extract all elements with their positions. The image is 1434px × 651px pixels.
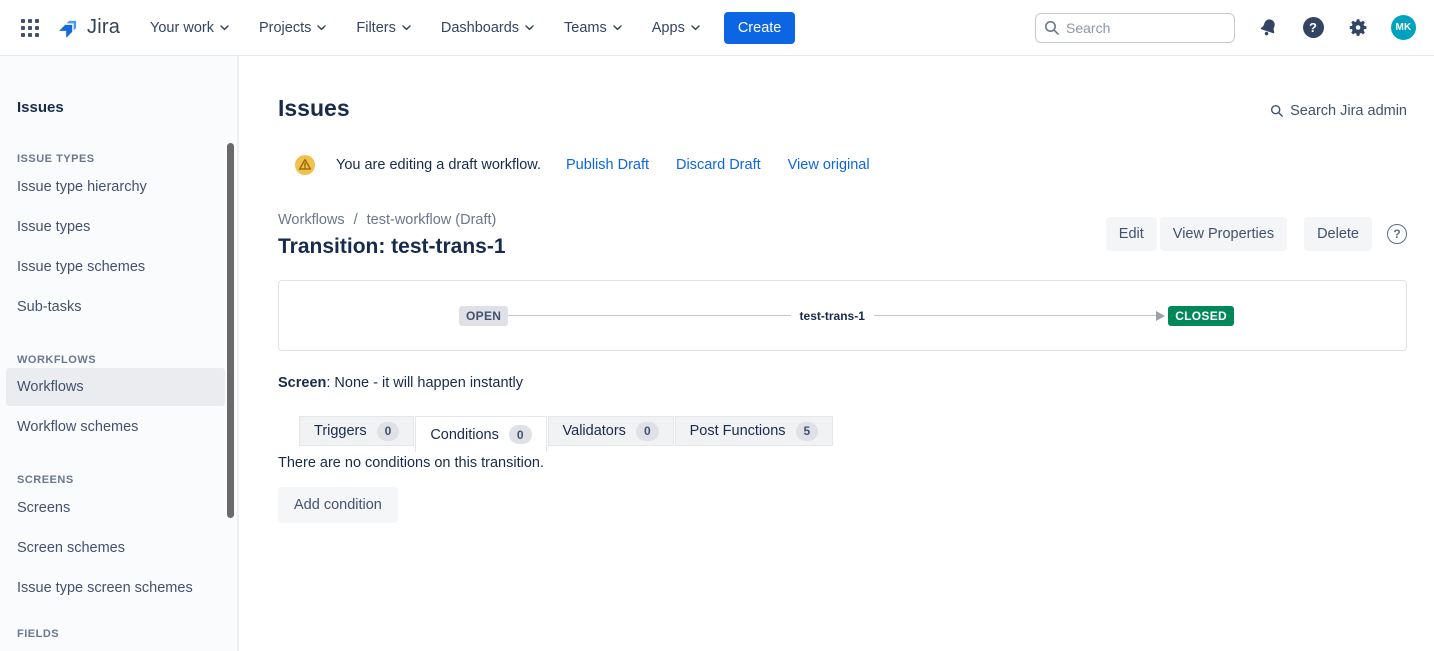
- help-icon[interactable]: ?: [1301, 16, 1325, 40]
- menu-filters[interactable]: Filters: [356, 20, 410, 36]
- sidebar-section-workflows: WORKFLOWS: [17, 354, 237, 366]
- sidebar-item-issue-type-screen-schemes[interactable]: Issue type screen schemes: [0, 568, 237, 608]
- sidebar-item-screens[interactable]: Screens: [0, 488, 237, 528]
- post-functions-count-badge: 5: [796, 422, 819, 441]
- search-jira-admin-link[interactable]: Search Jira admin: [1270, 103, 1407, 119]
- draft-banner-message: You are editing a draft workflow.: [336, 157, 541, 173]
- delete-button[interactable]: Delete: [1304, 217, 1372, 251]
- sidebar-item-issue-type-hierarchy[interactable]: Issue type hierarchy: [0, 167, 237, 207]
- menu-your-work[interactable]: Your work: [150, 20, 229, 36]
- screen-info: Screen: None - it will happen instantly: [278, 375, 1407, 391]
- edit-button[interactable]: Edit: [1106, 217, 1157, 251]
- search-input[interactable]: [1035, 13, 1235, 43]
- transition-diagram: OPEN test-trans-1 CLOSED: [278, 280, 1407, 351]
- sidebar-item-sub-tasks[interactable]: Sub-tasks: [0, 287, 237, 327]
- add-condition-button[interactable]: Add condition: [278, 487, 398, 523]
- app-switcher-grid-icon[interactable]: [16, 14, 44, 42]
- contextual-help-icon[interactable]: ?: [1387, 224, 1407, 244]
- transition-line: [874, 315, 1156, 316]
- chevron-down-icon: [317, 25, 326, 31]
- conditions-count-badge: 0: [509, 425, 532, 444]
- no-conditions-message: There are no conditions on this transiti…: [278, 455, 1407, 471]
- sidebar-scrollbar[interactable]: [227, 143, 234, 518]
- notifications-bell-icon[interactable]: [1256, 16, 1280, 40]
- jira-logo-text: Jira: [87, 16, 120, 39]
- chevron-down-icon: [525, 25, 534, 31]
- sidebar-item-screen-schemes[interactable]: Screen schemes: [0, 528, 237, 568]
- sidebar-section-screens: SCREENS: [17, 474, 237, 486]
- breadcrumb-current-workflow[interactable]: test-workflow (Draft): [367, 212, 497, 228]
- sidebar-item-workflow-schemes[interactable]: Workflow schemes: [0, 407, 237, 447]
- menu-apps[interactable]: Apps: [652, 20, 700, 36]
- user-avatar[interactable]: MK: [1391, 15, 1416, 40]
- sidebar-section-fields: FIELDS: [17, 628, 237, 640]
- screen-info-value: : None - it will happen instantly: [326, 375, 523, 391]
- main-content: Issues Search Jira admin You are editing…: [239, 56, 1434, 651]
- create-button[interactable]: Create: [724, 12, 796, 44]
- arrow-right-icon: [1156, 311, 1165, 321]
- publish-draft-link[interactable]: Publish Draft: [566, 157, 649, 173]
- validators-count-badge: 0: [636, 422, 659, 441]
- chevron-down-icon: [613, 25, 622, 31]
- discard-draft-link[interactable]: Discard Draft: [676, 157, 761, 173]
- top-navigation: Jira Your work Projects Filters Dashboar…: [0, 0, 1434, 56]
- transition-line: [508, 315, 790, 316]
- sidebar-item-issue-type-schemes[interactable]: Issue type schemes: [0, 247, 237, 287]
- transition-tabs: Triggers 0 Conditions 0 Validators 0 Pos…: [278, 416, 1407, 450]
- triggers-count-badge: 0: [377, 422, 400, 441]
- breadcrumb-workflows[interactable]: Workflows: [278, 212, 345, 228]
- search-icon: [1044, 20, 1060, 36]
- draft-workflow-banner: You are editing a draft workflow. Publis…: [278, 155, 1407, 175]
- sidebar-item-issue-types[interactable]: Issue types: [0, 207, 237, 247]
- breadcrumb-separator: /: [354, 212, 358, 228]
- search-icon: [1270, 104, 1284, 118]
- menu-teams[interactable]: Teams: [564, 20, 622, 36]
- admin-sidebar: Issues ISSUE TYPES Issue type hierarchy …: [0, 56, 239, 651]
- chevron-down-icon: [691, 25, 700, 31]
- page-title: Issues: [278, 96, 350, 121]
- sidebar-item-workflows[interactable]: Workflows: [6, 368, 225, 406]
- jira-logo-icon: [56, 15, 82, 41]
- screen-info-label: Screen: [278, 375, 326, 391]
- status-closed-lozenge: CLOSED: [1168, 306, 1234, 326]
- menu-dashboards[interactable]: Dashboards: [441, 20, 534, 36]
- tab-triggers[interactable]: Triggers 0: [299, 416, 414, 446]
- transition-toolbar: Edit View Properties Delete ?: [1106, 217, 1407, 251]
- view-original-link[interactable]: View original: [788, 157, 870, 173]
- chevron-down-icon: [220, 25, 229, 31]
- sidebar-section-issue-types: ISSUE TYPES: [17, 153, 237, 165]
- tab-validators[interactable]: Validators 0: [548, 416, 674, 446]
- chevron-down-icon: [402, 25, 411, 31]
- jira-logo[interactable]: Jira: [56, 15, 120, 41]
- global-search: [1035, 13, 1235, 43]
- sidebar-title: Issues: [17, 99, 237, 116]
- status-open-lozenge: OPEN: [459, 306, 508, 326]
- view-properties-button[interactable]: View Properties: [1160, 217, 1287, 251]
- transition-name-label: test-trans-1: [800, 309, 865, 323]
- tab-conditions[interactable]: Conditions 0: [415, 416, 546, 452]
- tab-post-functions[interactable]: Post Functions 5: [675, 416, 834, 446]
- warning-icon: [295, 155, 315, 175]
- main-menu: Your work Projects Filters Dashboards Te…: [150, 20, 700, 36]
- settings-gear-icon[interactable]: [1346, 16, 1370, 40]
- menu-projects[interactable]: Projects: [259, 20, 326, 36]
